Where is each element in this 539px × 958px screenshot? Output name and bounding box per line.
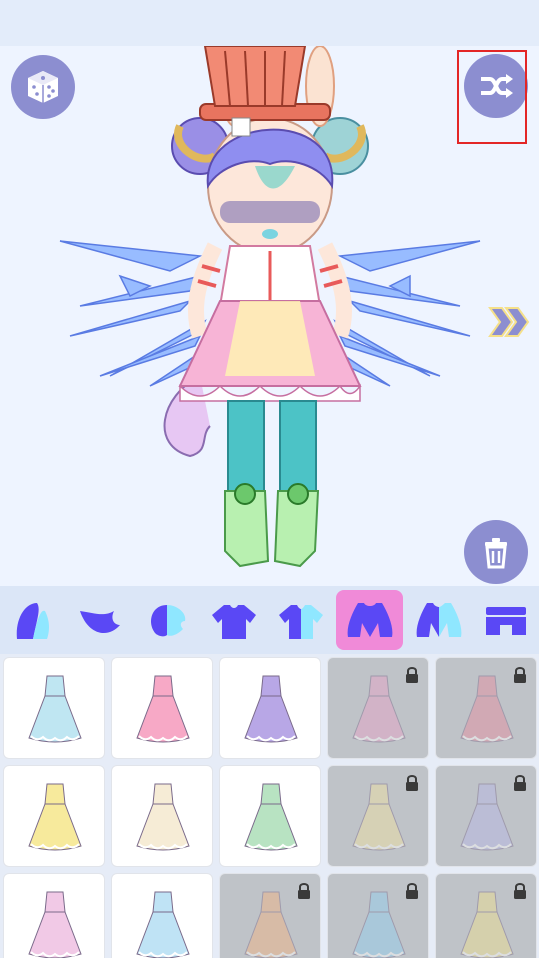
- tab-dress-two-tone[interactable]: [405, 590, 472, 650]
- dress-thumbnail: [460, 783, 514, 851]
- lock-icon: [514, 667, 526, 683]
- outfit-item[interactable]: [111, 657, 213, 759]
- locked-outfit-item[interactable]: [435, 765, 537, 867]
- category-tab-bar: [0, 586, 539, 654]
- outfit-item[interactable]: [111, 873, 213, 958]
- dress-thumbnail: [352, 675, 406, 743]
- shirt-two-tone-icon: [278, 605, 323, 639]
- dress-two-tone-icon: [416, 603, 462, 637]
- random-outfit-button[interactable]: [11, 55, 75, 119]
- tab-shirt[interactable]: [201, 590, 268, 650]
- dress-thumbnail: [352, 891, 406, 958]
- dress-thumbnail: [244, 891, 298, 958]
- tab-dress[interactable]: [336, 590, 404, 650]
- dress-thumbnail: [244, 675, 298, 743]
- dress-thumbnail: [136, 783, 190, 851]
- locked-outfit-item[interactable]: [327, 873, 429, 958]
- tab-shirt-two-tone[interactable]: [268, 590, 335, 650]
- dress-thumbnail: [28, 783, 82, 851]
- locked-outfit-item[interactable]: [219, 873, 321, 958]
- locked-outfit-item[interactable]: [327, 765, 429, 867]
- dice-icon: [28, 71, 58, 103]
- dress-thumbnail: [460, 675, 514, 743]
- dress-thumbnail: [136, 891, 190, 958]
- dress-thumbnail: [244, 783, 298, 851]
- outfit-item[interactable]: [111, 765, 213, 867]
- shirt-icon: [212, 605, 257, 639]
- status-bar: [0, 0, 539, 46]
- dress-thumbnail: [28, 675, 82, 743]
- double-chevron-right-icon[interactable]: [486, 302, 532, 342]
- outfit-item[interactable]: [219, 657, 321, 759]
- tab-skirt[interactable]: [472, 590, 539, 650]
- lock-icon: [514, 883, 526, 899]
- lock-icon: [514, 775, 526, 791]
- shuffle-icon: [481, 74, 513, 98]
- hair-back-icon: [17, 603, 50, 639]
- lock-icon: [406, 667, 418, 683]
- lock-icon: [406, 775, 418, 791]
- lock-icon: [406, 883, 418, 899]
- dress-thumbnail: [28, 891, 82, 958]
- outfit-item[interactable]: [3, 657, 105, 759]
- character-tail: [163, 375, 211, 458]
- outfit-item[interactable]: [3, 873, 105, 958]
- dress-thumbnail: [460, 891, 514, 958]
- hair-front-icon: [80, 611, 121, 634]
- character-avatar: [59, 46, 481, 568]
- shuffle-button[interactable]: [464, 54, 528, 118]
- lock-icon: [298, 883, 310, 899]
- locked-outfit-item[interactable]: [435, 873, 537, 958]
- dress-thumbnail: [136, 675, 190, 743]
- item-grid: [0, 654, 539, 958]
- dress-icon: [347, 603, 393, 637]
- delete-outfit-button[interactable]: [464, 520, 528, 584]
- tab-hair-back[interactable]: [0, 590, 67, 650]
- trash-icon: [485, 538, 507, 569]
- tab-hair-side[interactable]: [134, 590, 201, 650]
- hair-side-icon: [151, 605, 186, 637]
- outfit-item[interactable]: [219, 765, 321, 867]
- dress-thumbnail: [352, 783, 406, 851]
- locked-outfit-item[interactable]: [435, 657, 537, 759]
- tab-hair-front[interactable]: [67, 590, 134, 650]
- skirt-icon: [485, 607, 526, 635]
- outfit-item[interactable]: [3, 765, 105, 867]
- locked-outfit-item[interactable]: [327, 657, 429, 759]
